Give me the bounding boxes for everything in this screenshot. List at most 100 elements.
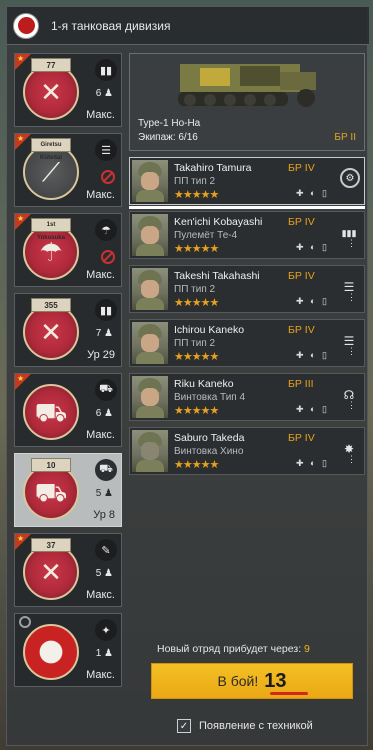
list-icon: ☰ [95, 139, 117, 161]
squad-card-8[interactable]: ✦ 1 ♟ Макс. [14, 613, 122, 687]
squad-status: Макс. [86, 269, 115, 281]
star-icon: ★ [17, 534, 25, 543]
squad-count: 6 ♟ [95, 408, 113, 419]
ammo-icon: ▮▮ [95, 299, 117, 321]
squad-panel: 1-я танковая дивизия ★ ✕ 77 ▮▮ 6 ♟ Макс.… [6, 6, 369, 746]
grenade-launcher-icon: ✦ [95, 619, 117, 641]
vehicle-icon: ⛟ [95, 379, 117, 401]
timer-underline [270, 692, 308, 695]
rating-stars: ★★★★★ [174, 405, 219, 417]
soldier-name: Saburo Takeda [174, 432, 245, 444]
squad-count: 7 ♟ [95, 328, 113, 339]
vehicle-crew: Экипаж: 6/16 [138, 132, 198, 143]
star-icon: ★ [17, 374, 25, 383]
soldier-row-6[interactable]: Saburo Takeda БР IV Винтовка Хино ★★★★★ … [129, 427, 365, 475]
tank-icon: ⛟ [95, 459, 117, 481]
squad-card-7[interactable]: ★ ✕ 37 ✎ 5 ♟ Макс. [14, 533, 122, 607]
soldier-row-5[interactable]: Riku Kaneko БР III Винтовка Тип 4 ★★★★★ … [129, 373, 365, 421]
ability-icons: ✚ ◐ ▯ [296, 296, 329, 306]
soldier-weapon: ПП тип 2 [174, 176, 216, 187]
soldier-name: Takahiro Tamura [174, 162, 252, 174]
squad-card-4[interactable]: ✕ 355 ▮▮ 7 ♟ Ур 29 [14, 293, 122, 367]
soldier-row-2[interactable]: Ken'ichi Kobayashi БР IV Пулемёт Те-4 ★★… [129, 211, 365, 259]
machinegun-emblem-icon: ✕ [40, 77, 62, 107]
axes-emblem-icon: ✕ [40, 557, 62, 587]
soldier-name: Ken'ichi Kobayashi [174, 216, 263, 228]
soldier-portrait [132, 268, 168, 310]
soldier-name: Riku Kaneko [174, 378, 234, 390]
squad-card-6[interactable]: ⛟ 10 ⛟ 5 ♟ Ур 8 [14, 453, 122, 527]
more-icon[interactable]: ⋮ [347, 292, 356, 303]
soldier-portrait [132, 430, 168, 472]
soldier-row-4[interactable]: Ichirou Kaneko БР IV ПП тип 2 ★★★★★ ✚ ◐ … [129, 319, 365, 367]
japan-flag-icon [13, 12, 39, 39]
soldier-weapon: Винтовка Тип 4 [174, 392, 246, 403]
to-battle-button[interactable]: В бой! 13 [151, 663, 353, 699]
squad-arrival-text: Новый отряд прибудет через: 9 [157, 643, 310, 655]
blocked-icon [101, 250, 115, 264]
soldier-weapon: Винтовка Хино [174, 446, 244, 457]
squad-status: Макс. [86, 589, 115, 601]
more-icon[interactable]: ⋮ [347, 454, 356, 465]
soldier-br: БР IV [288, 162, 315, 174]
rating-stars: ★★★★★ [174, 351, 219, 363]
tank-emblem-icon: ⛟ [34, 477, 68, 507]
ability-icons: ✚ ◐ ▯ [296, 458, 329, 468]
squad-banner: Giretsu Kūteitai [31, 138, 71, 161]
squad-card-2[interactable]: ★ ⟋ Giretsu Kūteitai ☰ Макс. [14, 133, 122, 207]
soldier-weapon: ПП тип 2 [174, 284, 216, 295]
soldier-br: БР IV [288, 432, 315, 444]
squad-status: Ур 8 [93, 509, 115, 521]
soldier-portrait [132, 160, 168, 202]
rating-stars: ★★★★★ [174, 243, 219, 255]
soldier-name: Ichirou Kaneko [174, 324, 245, 336]
checkbox-icon[interactable]: ✓ [177, 719, 191, 733]
squad-card-3[interactable]: ★ ☂ 1st Yokosuka ☂ Макс. [14, 213, 122, 287]
rating-stars: ★★★★★ [174, 189, 219, 201]
squad-status: Макс. [86, 109, 115, 121]
rating-stars: ★★★★★ [174, 297, 219, 309]
soldier-name: Takeshi Takahashi [174, 270, 260, 282]
soldier-weapon: ПП тип 2 [174, 338, 216, 349]
squad-card-5[interactable]: ★ ⛟ ⛟ 6 ♟ Макс. [14, 373, 122, 447]
grenade-icon: ▮▮ [95, 59, 117, 81]
vehicle-panel[interactable]: Type-1 Ho-Ha Экипаж: 6/16 БР II [129, 53, 365, 151]
squad-card-1[interactable]: ★ ✕ 77 ▮▮ 6 ♟ Макс. [14, 53, 122, 127]
squad-banner: 1st Yokosuka [31, 218, 71, 241]
ability-icons: ✚ ◐ ▯ [296, 350, 329, 360]
wrench-icon: ✎ [95, 539, 117, 561]
squad-count: 5 ♟ [95, 488, 113, 499]
spawn-label: Появление с техникой [199, 720, 313, 732]
squad-status: Ур 29 [87, 349, 115, 361]
squad-status: Макс. [86, 669, 115, 681]
arrival-countdown: 9 [304, 643, 310, 655]
soldier-row-3[interactable]: Takeshi Takahashi БР IV ПП тип 2 ★★★★★ ✚… [129, 265, 365, 313]
squad-count: 5 ♟ [95, 568, 113, 579]
more-icon[interactable]: ⋮ [347, 238, 356, 249]
ability-icons: ✚ ◐ ▯ [296, 188, 329, 198]
soldier-row-1[interactable]: Takahiro Tamura БР IV ПП тип 2 ★★★★★ ✚ ◐… [129, 157, 365, 205]
squad-banner: 355 [31, 298, 71, 312]
more-icon[interactable]: ⋮ [347, 400, 356, 411]
squad-count: 6 ♟ [95, 88, 113, 99]
division-title: 1-я танковая дивизия [51, 18, 171, 33]
vehicle-name: Type-1 Ho-Ha [138, 118, 201, 129]
rating-stars: ★★★★★ [174, 459, 219, 471]
squad-banner: 10 [31, 458, 71, 472]
crossed-guns-emblem-icon: ✕ [40, 317, 62, 347]
battle-button-label: В бой! [217, 673, 259, 689]
spawn-with-vehicle-toggle[interactable]: ✓ Появление с техникой [177, 719, 313, 733]
soldier-portrait [132, 322, 168, 364]
ability-icons: ✚ ◐ ▯ [296, 404, 329, 414]
rising-sun-emblem-icon [27, 634, 75, 670]
squad-status: Макс. [86, 189, 115, 201]
battle-timer: 13 [264, 669, 287, 692]
soldier-br: БР III [288, 378, 314, 390]
more-icon[interactable]: ⋮ [347, 346, 356, 357]
soldier-portrait [132, 214, 168, 256]
selection-bar [129, 206, 365, 209]
ability-icons: ✚ ◐ ▯ [296, 242, 329, 252]
truck-emblem-icon: ⛟ [34, 397, 68, 427]
soldier-br: БР IV [288, 324, 315, 336]
squad-count: 1 ♟ [95, 648, 113, 659]
